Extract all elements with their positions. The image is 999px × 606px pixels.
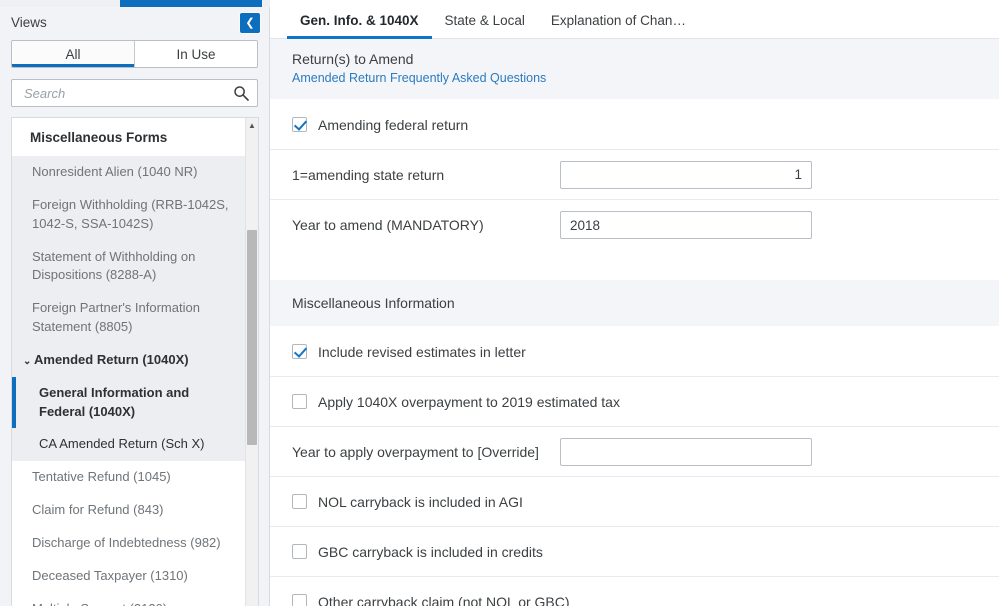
sidebar-item[interactable]: Multiple Support (2120): [12, 592, 245, 606]
sidebar-item[interactable]: General Information and Federal (1040X): [12, 376, 245, 429]
field-input[interactable]: [560, 437, 812, 466]
sidebar-item-label: CA Amended Return (Sch X): [39, 436, 205, 452]
sidebar-item[interactable]: ⌄ Amended Return (1040X): [12, 343, 245, 377]
section-title: Return(s) to Amend: [292, 51, 414, 67]
sidebar-header: Views ❮: [0, 7, 269, 38]
checkbox-label[interactable]: Apply 1040X overpayment to 2019 estimate…: [318, 394, 620, 410]
tab-gen-info-1040x[interactable]: Gen. Info. & 1040X: [287, 13, 432, 39]
forms-list-panel: Miscellaneous Forms Nonresident Alien (1…: [11, 117, 259, 606]
caret-up-icon[interactable]: ▲: [246, 120, 258, 132]
sidebar-title: Views: [11, 15, 47, 30]
sidebar-item-label: Multiple Support (2120): [32, 601, 167, 606]
sidebar-item[interactable]: Claim for Refund (843): [12, 494, 245, 527]
sidebar-item-label: Statement of Withholding on Dispositions…: [32, 248, 196, 283]
sidebar-item-label: Amended Return (1040X): [34, 351, 189, 367]
row-amending-state-return: 1=amending state return: [270, 150, 999, 201]
sidebar-item-label: Discharge of Indebtedness (982): [32, 534, 221, 550]
section-miscellaneous-information-header: Miscellaneous Information: [270, 280, 999, 328]
form-row: GBC carryback is included in credits: [270, 527, 999, 578]
sidebar-scrollbar-thumb[interactable]: [247, 230, 257, 445]
year-to-amend-input[interactable]: [560, 211, 812, 240]
checkbox-label[interactable]: Other carryback claim (not NOL or GBC): [318, 594, 570, 606]
sidebar-item[interactable]: Discharge of Indebtedness (982): [12, 526, 245, 560]
checkbox-label[interactable]: Include revised estimates in letter: [318, 344, 526, 360]
checkbox[interactable]: [292, 594, 307, 606]
checkbox[interactable]: [292, 394, 307, 410]
year-to-amend-label: Year to amend (MANDATORY): [292, 217, 484, 234]
sidebar-item-label: Deceased Taxpayer (1310): [32, 567, 188, 583]
sidebar-item[interactable]: Tentative Refund (1045): [12, 461, 245, 495]
checkbox-label[interactable]: NOL carryback is included in AGI: [318, 494, 523, 510]
tab-state-local[interactable]: State & Local: [432, 13, 538, 38]
search-box: [11, 79, 258, 107]
sidebar-item-label: Foreign Partner's Information Statement …: [32, 300, 200, 335]
form-row: NOL carryback is included in AGI: [270, 477, 999, 528]
sidebar-item-label: Nonresident Alien (1040 NR): [32, 164, 198, 179]
top-accent-bar: [120, 0, 262, 7]
checkbox[interactable]: [292, 544, 307, 560]
sidebar-item-label: Claim for Refund (843): [32, 502, 164, 518]
amending-federal-return-checkbox[interactable]: [292, 117, 307, 133]
checkbox-label[interactable]: GBC carryback is included in credits: [318, 544, 543, 560]
amending-state-return-input[interactable]: [560, 160, 812, 189]
forms-list: Miscellaneous Forms Nonresident Alien (1…: [12, 118, 245, 606]
sidebar-item[interactable]: Foreign Partner's Information Statement …: [12, 292, 245, 344]
row-year-to-amend: Year to amend (MANDATORY): [270, 200, 999, 250]
forms-group-title: Miscellaneous Forms: [12, 118, 245, 156]
checkbox[interactable]: [292, 494, 307, 510]
sidebar-item[interactable]: Foreign Withholding (RRB-1042S, 1042-S, …: [12, 188, 245, 241]
sidebar-item-label: General Information and Federal (1040X): [39, 384, 190, 419]
row-amending-federal-return: Amending federal return: [270, 100, 999, 151]
sidebar-item[interactable]: Statement of Withholding on Dispositions…: [12, 240, 245, 293]
form-row: Other carryback claim (not NOL or GBC): [270, 577, 999, 606]
form-content: Return(s) to Amend Amended Return Freque…: [270, 39, 999, 606]
toggle-in-use-button[interactable]: In Use: [134, 41, 257, 67]
checkbox[interactable]: [292, 344, 307, 360]
sidebar-item-label: Tentative Refund (1045): [32, 469, 171, 485]
chevron-down-icon[interactable]: ⌄: [23, 355, 34, 370]
tab-explanation-of-changes[interactable]: Explanation of Chan…: [538, 13, 699, 38]
chevron-left-icon[interactable]: ❮: [240, 12, 260, 33]
tab-bar: Gen. Info. & 1040X State & Local Explana…: [270, 0, 999, 39]
sidebar-item[interactable]: Nonresident Alien (1040 NR): [12, 156, 245, 189]
sidebar-item-label: Foreign Withholding (RRB-1042S, 1042-S, …: [32, 196, 229, 231]
field-label: Year to apply overpayment to [Override]: [292, 443, 539, 460]
search-icon[interactable]: [233, 85, 249, 101]
section-title: Miscellaneous Information: [292, 295, 455, 312]
search-input[interactable]: [22, 84, 233, 102]
amended-return-faq-link[interactable]: Amended Return Frequently Asked Question…: [292, 69, 999, 88]
form-row: Year to apply overpayment to [Override]: [270, 427, 999, 478]
form-row: Apply 1040X overpayment to 2019 estimate…: [270, 377, 999, 428]
sidebar-item[interactable]: CA Amended Return (Sch X): [12, 428, 245, 462]
views-sidebar: Views ❮ All In Use Miscellaneous Forms N…: [0, 7, 270, 606]
amending-state-return-label: 1=amending state return: [292, 166, 445, 183]
amending-federal-return-label[interactable]: Amending federal return: [318, 117, 468, 133]
section-returns-to-amend-header: Return(s) to Amend Amended Return Freque…: [270, 39, 999, 101]
sidebar-scrollbar[interactable]: ▲: [245, 118, 258, 606]
views-filter-toggle: All In Use: [11, 40, 258, 68]
toggle-all-button[interactable]: All: [12, 41, 134, 67]
main-panel: Gen. Info. & 1040X State & Local Explana…: [270, 0, 999, 606]
sidebar-item[interactable]: Deceased Taxpayer (1310): [12, 559, 245, 593]
app-window: Views ❮ All In Use Miscellaneous Forms N…: [0, 0, 999, 606]
form-row: Include revised estimates in letter: [270, 327, 999, 378]
